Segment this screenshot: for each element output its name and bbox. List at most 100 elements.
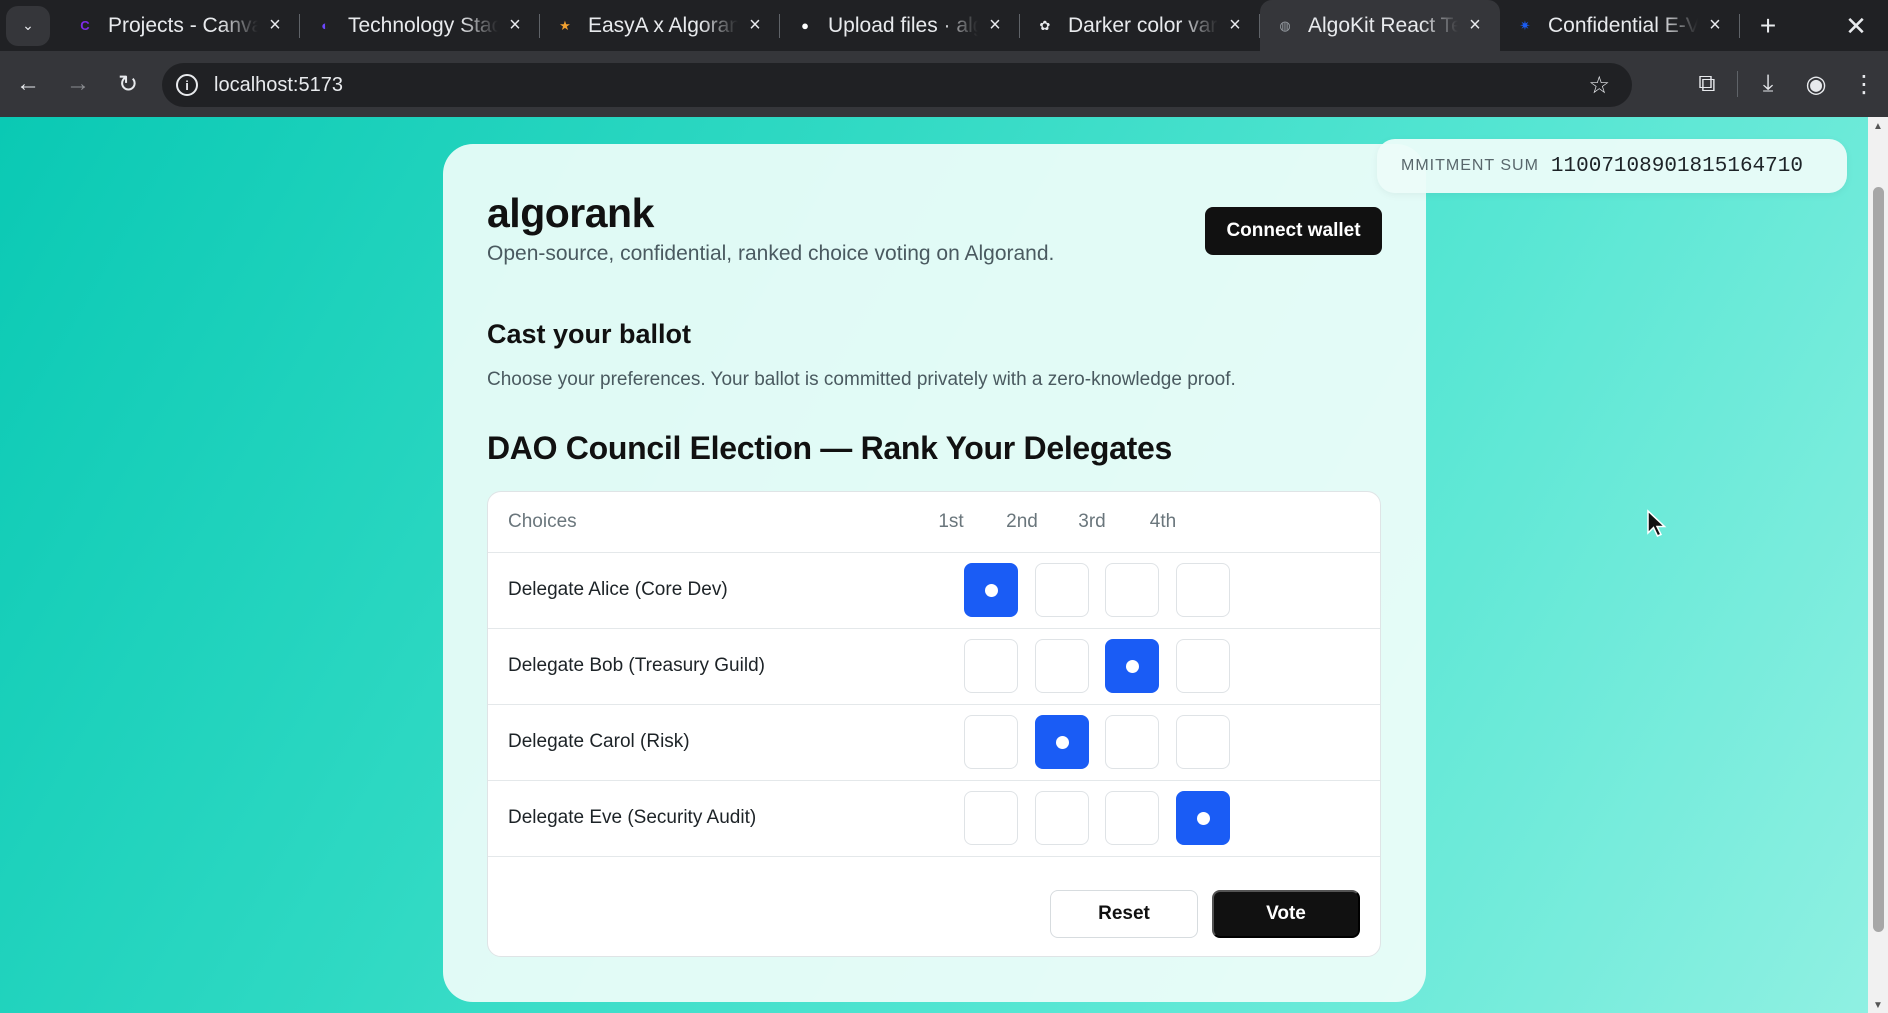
tab-close-icon[interactable]: × [1464,14,1486,37]
forward-button[interactable]: → [56,62,100,106]
new-tab-button[interactable]: + [1748,6,1788,46]
ballot-footer: Reset Vote [488,857,1380,956]
tab-favicon-icon: ◐ [321,18,329,33]
rank-2nd-option[interactable] [1035,563,1089,617]
toolbar-divider [1737,71,1738,97]
browser-tab[interactable]: ✿ Darker color variant × [1020,0,1260,51]
connect-wallet-button[interactable]: Connect wallet [1205,207,1382,255]
tab-title: AlgoKit React Template [1308,13,1458,37]
ballot-description: Choose your preferences. Your ballot is … [487,369,1236,390]
rank-1st-option[interactable] [964,715,1018,769]
chevron-down-icon: ⌄ [22,17,34,33]
tab-separator [1739,14,1740,38]
page-scrollbar[interactable]: ▲ ▼ [1868,117,1888,1013]
rank-3rd-option[interactable] [1105,791,1159,845]
tab-title: Confidential E-Voting [1548,13,1698,37]
tab-favicon-icon: ◍ [1279,17,1291,33]
back-button[interactable]: ← [6,62,50,106]
rank-1st-option[interactable] [964,639,1018,693]
tab-favicon-icon: ✿ [1039,17,1051,33]
rank-2nd-option[interactable] [1035,715,1089,769]
commitment-sum-badge: MMITMENT SUM 11007108901815164710 [1377,139,1847,193]
scroll-down-arrow-icon[interactable]: ▼ [1872,1000,1884,1011]
browser-toolbar: ← → ↻ i localhost:5173 ☆ ⧉ ⤓ ◉ ⋮ [0,51,1888,117]
rank-2nd-option[interactable] [1035,791,1089,845]
ballot-heading: Cast your ballot [487,319,692,349]
browser-tab[interactable]: ● Upload files · algorank × [780,0,1020,51]
candidate-name: Delegate Bob (Treasury Guild) [508,655,765,676]
address-bar[interactable]: i localhost:5173 ☆ [162,63,1632,107]
plus-icon: + [1759,9,1777,41]
tab-title: Projects - Canva [108,13,258,37]
browser-tab[interactable]: ✷ Confidential E-Voting × [1500,0,1740,51]
tab-favicon-icon: ✷ [1519,17,1531,33]
rank-1st-option[interactable] [964,563,1018,617]
choices-header: Choices [508,511,577,532]
scroll-up-arrow-icon[interactable]: ▲ [1872,121,1884,132]
rank-3rd-option[interactable] [1105,715,1159,769]
rank-header-1st: 1st [938,511,964,532]
tab-close-icon[interactable]: × [744,14,766,37]
extensions-icon[interactable]: ⧉ [1683,60,1731,108]
election-title: DAO Council Election — Rank Your Delegat… [487,430,1173,466]
rank-2nd-option[interactable] [1035,639,1089,693]
rank-4th-option[interactable] [1176,791,1230,845]
close-icon: ✕ [1845,10,1867,41]
window-close-button[interactable]: ✕ [1838,8,1874,44]
reset-button[interactable]: Reset [1050,890,1198,938]
browser-tab-strip: ⌄ C Projects - Canva × ◐ Technology Stack × ★ E… [0,0,1888,51]
ballot-row: Delegate Alice (Core Dev) [488,553,1380,629]
download-icon[interactable]: ⤓ [1744,60,1792,108]
tab-favicon-icon: C [80,18,90,33]
candidate-name: Delegate Alice (Core Dev) [508,579,728,600]
rank-3rd-option[interactable] [1105,563,1159,617]
rank-4th-option[interactable] [1176,639,1230,693]
tab-favicon-icon: ★ [559,17,571,33]
tab-close-icon[interactable]: × [1704,14,1726,37]
app-brand: algorank [487,190,654,236]
mouse-cursor-icon [1647,509,1667,537]
address-url[interactable]: localhost:5173 [214,74,343,97]
rank-header-4th: 4th [1149,511,1177,532]
tab-title: Technology Stack [348,13,498,37]
tab-close-icon[interactable]: × [504,14,526,37]
rank-header-2nd: 2nd [1006,511,1038,532]
tab-close-icon[interactable]: × [1224,14,1246,37]
tab-close-icon[interactable]: × [984,14,1006,37]
browser-tab[interactable]: ◐ Technology Stack × [300,0,540,51]
ballot-header-row: Choices 1st 2nd 3rd 4th [488,492,1380,553]
reload-button[interactable]: ↻ [106,62,150,106]
rank-4th-option[interactable] [1176,563,1230,617]
browser-tab[interactable]: ◍ AlgoKit React Template × [1260,0,1500,51]
commitment-value: 11007108901815164710 [1550,154,1803,178]
tab-title: Darker color variant [1068,13,1218,37]
rank-1st-option[interactable] [964,791,1018,845]
arrow-right-icon: → [66,70,90,97]
tab-title: EasyA x Algorand [588,13,738,37]
profile-icon[interactable]: ◉ [1792,60,1840,108]
tab-list: C Projects - Canva × ◐ Technology Stack × ★ Eas… [60,0,1740,51]
reload-icon: ↻ [117,70,139,98]
tab-favicon-icon: ● [801,18,809,33]
menu-kebab-icon[interactable]: ⋮ [1840,60,1888,108]
browser-tab[interactable]: ★ EasyA x Algorand × [540,0,780,51]
tab-search-button[interactable]: ⌄ [6,5,50,46]
page-viewport: algorank Open-source, confidential, rank… [0,117,1868,1013]
app-card: algorank Open-source, confidential, rank… [443,144,1426,1002]
toolbar-actions: ⧉ ⤓ ◉ ⋮ [1683,51,1888,117]
candidate-name: Delegate Carol (Risk) [508,731,690,752]
ballot-row: Delegate Eve (Security Audit) [488,781,1380,857]
ballot-table: Choices 1st 2nd 3rd 4th Delegate Alice (… [487,491,1381,957]
site-info-icon[interactable]: i [176,74,198,96]
vote-button[interactable]: Vote [1212,890,1360,938]
ballot-row: Delegate Bob (Treasury Guild) [488,629,1380,705]
candidate-name: Delegate Eve (Security Audit) [508,807,757,828]
bookmark-star-icon[interactable]: ☆ [1588,71,1610,100]
tab-close-icon[interactable]: × [264,14,286,37]
rank-4th-option[interactable] [1176,715,1230,769]
ballot-row: Delegate Carol (Risk) [488,705,1380,781]
app-tagline: Open-source, confidential, ranked choice… [487,242,1055,265]
scrollbar-thumb[interactable] [1873,187,1884,932]
browser-tab[interactable]: C Projects - Canva × [60,0,300,51]
rank-3rd-option[interactable] [1105,639,1159,693]
